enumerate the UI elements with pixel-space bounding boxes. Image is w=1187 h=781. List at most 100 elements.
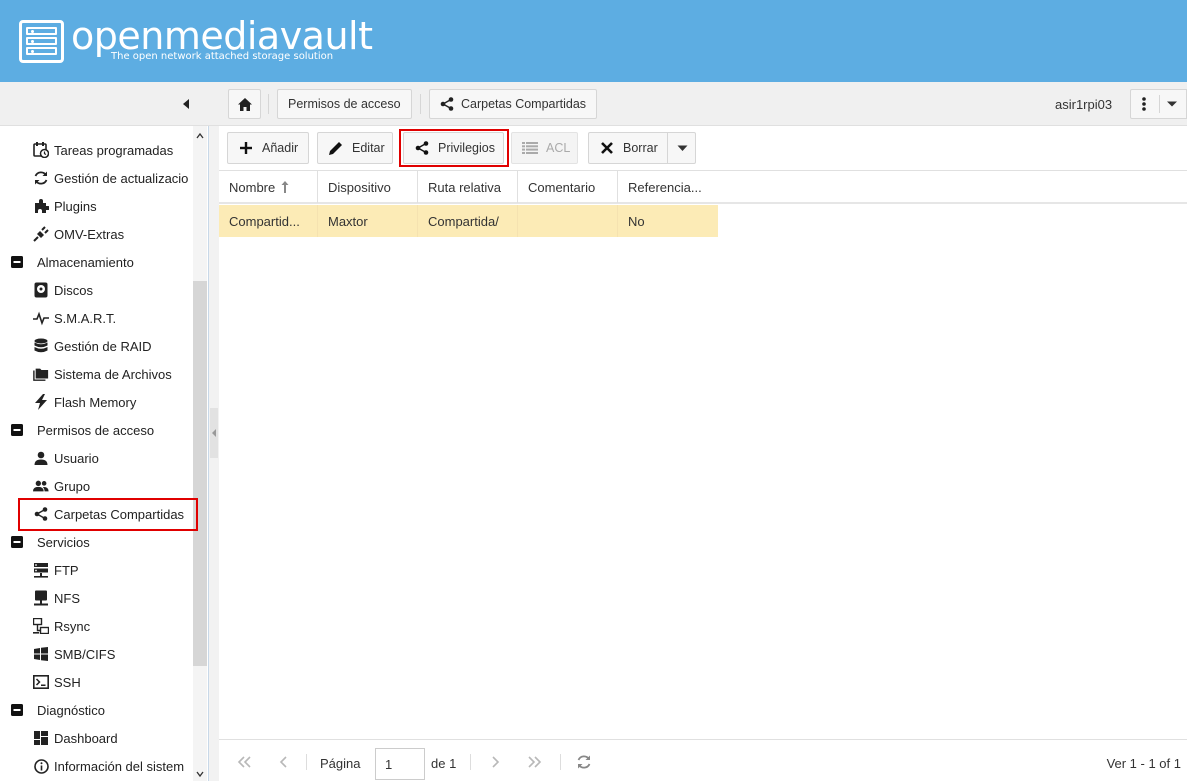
first-page-icon[interactable]	[236, 754, 252, 770]
calendar-clock-icon	[33, 142, 49, 158]
flash-icon	[33, 394, 49, 410]
add-label: Añadir	[262, 141, 299, 155]
sidebar-item-rsync[interactable]: Rsync	[33, 612, 90, 640]
column-header-nombre[interactable]: Nombre	[219, 171, 318, 203]
grid-header: Nombre Dispositivo Ruta relativa Comenta…	[219, 170, 1187, 204]
puzzle-icon	[33, 198, 49, 214]
sidebar-item-label: Sistema de Archivos	[54, 366, 172, 382]
edit-button[interactable]: Editar	[317, 132, 393, 164]
sidebar-item-label: Rsync	[54, 618, 91, 634]
share-icon	[440, 97, 454, 111]
breadcrumb-carpetas[interactable]: Carpetas Compartidas	[429, 89, 598, 119]
column-label: Ruta relativa	[428, 179, 501, 195]
previous-page-icon[interactable]	[276, 754, 292, 770]
breadcrumb-permisos[interactable]: Permisos de acceso	[277, 89, 412, 119]
user-icon	[33, 450, 49, 466]
sidebar-category-diagnostico[interactable]: Diagnóstico	[9, 696, 105, 724]
chevron-down-icon	[1167, 101, 1177, 107]
sidebar-item-tareas[interactable]: Tareas programadas	[33, 136, 173, 164]
table-cell: Maxtor	[318, 205, 418, 237]
sidebar-category-permisos[interactable]: Permisos de acceso	[9, 416, 154, 444]
sidebar-item-omv-extras[interactable]: OMV-Extras	[33, 220, 124, 248]
table-cell: Compartid...	[219, 205, 318, 237]
info-icon	[33, 758, 49, 774]
sidebar-item-smb[interactable]: SMB/CIFS	[33, 640, 115, 668]
sidebar-item-ssh[interactable]: SSH	[33, 668, 81, 696]
page-label: Página	[320, 756, 361, 771]
user-menu-button[interactable]	[1130, 89, 1187, 119]
server-icon	[33, 562, 49, 578]
delete-button[interactable]: Borrar	[588, 132, 696, 164]
column-header-comentario[interactable]: Comentario	[518, 171, 618, 203]
sidebar-item-sistema-archivos[interactable]: Sistema de Archivos	[33, 360, 172, 388]
column-label: Comentario	[528, 179, 596, 195]
close-icon	[599, 140, 615, 156]
app-tagline: The open network attached storage soluti…	[111, 51, 334, 62]
table-cell: Compartida/	[418, 205, 518, 237]
home-icon	[237, 97, 252, 111]
sidebar-item-actualizaciones[interactable]: Gestión de actualizacio	[33, 164, 188, 192]
next-page-icon[interactable]	[487, 754, 503, 770]
sidebar-item-raid[interactable]: Gestión de RAID	[33, 332, 152, 360]
sidebar-item-label: Usuario	[54, 450, 99, 466]
delete-label: Borrar	[623, 141, 658, 155]
sidebar-item-flash-memory[interactable]: Flash Memory	[33, 388, 136, 416]
minus-square-icon	[9, 534, 25, 550]
folders-icon	[33, 366, 49, 382]
scroll-down-icon[interactable]	[196, 770, 204, 778]
list-icon	[522, 140, 538, 156]
sidebar-item-label: FTP	[54, 562, 79, 578]
sidebar-item-smart[interactable]: S.M.A.R.T.	[33, 304, 116, 332]
sidebar-item-grupo[interactable]: Grupo	[33, 472, 90, 500]
sidebar-item-label: Plugins	[54, 198, 97, 214]
refresh-icon[interactable]	[576, 754, 592, 770]
sidebar-item-label: Dashboard	[54, 730, 118, 746]
sidebar: Tareas programadas Gestión de actualizac…	[0, 126, 209, 781]
add-button[interactable]: Añadir	[227, 132, 309, 164]
sidebar-item-label: NFS	[54, 590, 80, 606]
harddisk-icon	[33, 282, 49, 298]
highlight-box	[18, 498, 198, 531]
table-cell: No	[628, 213, 645, 229]
chevron-down-icon[interactable]	[677, 145, 688, 152]
column-label: Referencia...	[628, 179, 702, 195]
pulse-icon	[33, 310, 49, 326]
sidebar-category-servicios[interactable]: Servicios	[9, 528, 90, 556]
page-total-label: de 1	[431, 756, 457, 771]
acl-label: ACL	[546, 141, 571, 155]
sidebar-item-label: Tareas programadas	[54, 142, 174, 158]
sidebar-item-usuario[interactable]: Usuario	[33, 444, 99, 472]
scroll-up-icon[interactable]	[196, 132, 204, 140]
sidebar-category-almacenamiento[interactable]: Almacenamiento	[9, 248, 134, 276]
sidebar-item-label: Diagnóstico	[37, 702, 105, 718]
sidebar-item-informacion[interactable]: Información del sistem	[33, 752, 184, 780]
table-row[interactable]: Compartid... Maxtor Compartida/ No	[219, 205, 718, 237]
sidebar-scroll-thumb[interactable]	[193, 281, 207, 666]
table-cell	[518, 205, 618, 237]
sidebar-item-label: Información del sistem	[54, 758, 185, 774]
home-button[interactable]	[228, 89, 261, 119]
acl-button[interactable]: ACL	[511, 132, 578, 164]
column-header-dispositivo[interactable]: Dispositivo	[318, 171, 418, 203]
nfs-icon	[33, 590, 49, 606]
sidebar-item-plugins[interactable]: Plugins	[33, 192, 97, 220]
sidebar-item-dashboard[interactable]: Dashboard	[33, 724, 118, 752]
collapse-sidebar-icon[interactable]	[180, 97, 192, 111]
plus-icon	[238, 140, 254, 156]
main-panel: Añadir Editar Privilegios ACL Borrar Nom…	[219, 126, 1187, 781]
pencil-icon	[328, 140, 344, 156]
sidebar-item-label: Gestión de actualizacio	[54, 170, 189, 186]
page-number-input[interactable]	[375, 748, 425, 780]
hostname: asir1rpi03	[1055, 97, 1113, 112]
sidebar-item-label: Gestión de RAID	[54, 338, 152, 354]
sidebar-item-label: Almacenamiento	[37, 254, 134, 270]
splitter-handle[interactable]	[210, 408, 218, 458]
column-header-ruta[interactable]: Ruta relativa	[418, 171, 518, 203]
last-page-icon[interactable]	[527, 754, 543, 770]
sidebar-item-label: SSH	[54, 674, 81, 690]
console-icon	[33, 674, 49, 690]
sidebar-item-ftp[interactable]: FTP	[33, 556, 79, 584]
sidebar-item-discos[interactable]: Discos	[33, 276, 93, 304]
sidebar-item-nfs[interactable]: NFS	[33, 584, 80, 612]
column-header-referencia[interactable]: Referencia...	[618, 171, 718, 203]
